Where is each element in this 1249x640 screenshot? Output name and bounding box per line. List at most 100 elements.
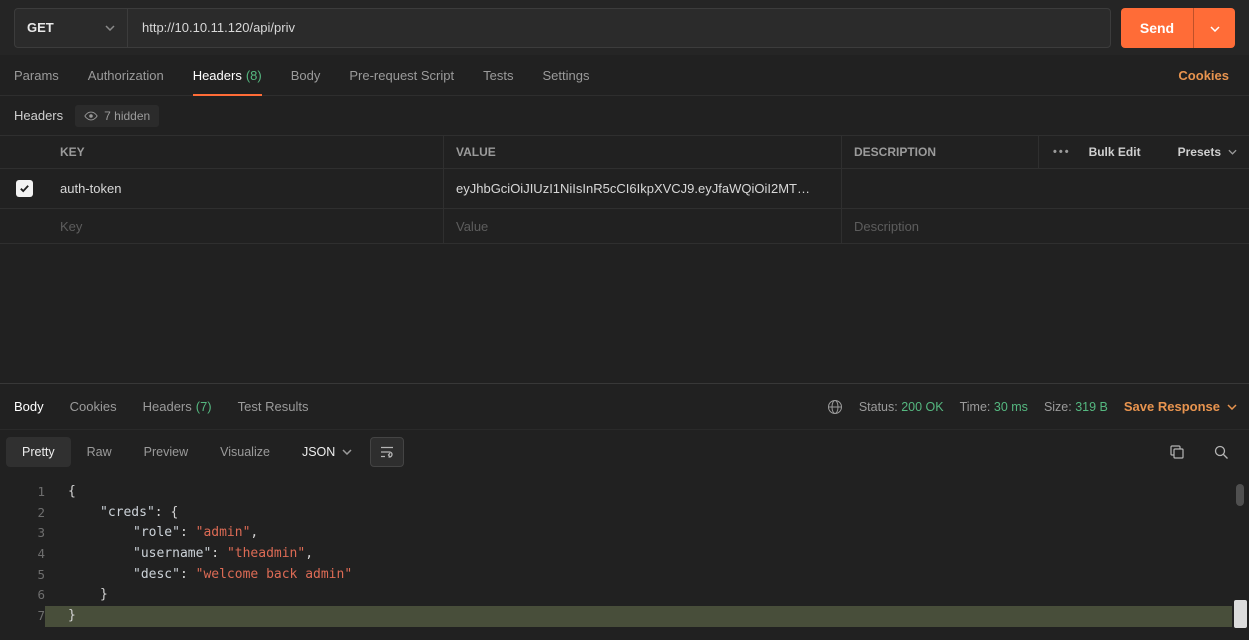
json-string: "admin"	[196, 525, 251, 540]
column-header-value: VALUE	[443, 136, 841, 168]
row-checkbox-cell	[0, 169, 48, 208]
wrap-text-button[interactable]	[370, 437, 404, 467]
tab-params[interactable]: Params	[14, 55, 59, 95]
json-punctuation: :	[211, 546, 227, 561]
json-key: "creds"	[100, 505, 155, 520]
time-value: 30 ms	[994, 400, 1028, 414]
method-label: GET	[27, 20, 54, 35]
json-key: "username"	[133, 546, 211, 561]
tab-headers-label: Headers	[193, 68, 242, 83]
tab-headers[interactable]: Headers (8)	[193, 55, 262, 95]
view-tab-preview[interactable]: Preview	[128, 437, 204, 467]
row-checkbox[interactable]	[16, 180, 33, 197]
column-header-description: DESCRIPTION	[841, 136, 1038, 168]
save-response-button[interactable]: Save Response	[1124, 399, 1237, 414]
send-button[interactable]: Send	[1121, 8, 1193, 48]
line-number: 3	[0, 523, 45, 544]
chevron-down-icon	[105, 25, 115, 31]
headers-subheader: Headers 7 hidden	[0, 96, 1249, 135]
json-punctuation: {	[68, 484, 76, 499]
row-checkbox-cell	[0, 209, 48, 243]
code-line: 7 }	[0, 606, 1249, 627]
column-header-key: KEY	[48, 136, 443, 168]
code-line: 5 "desc": "welcome back admin"	[0, 565, 1249, 586]
bulk-edit-button[interactable]: Bulk Edit	[1089, 145, 1141, 159]
size-label: Size:	[1044, 400, 1072, 414]
response-tab-body[interactable]: Body	[14, 399, 44, 414]
tab-authorization[interactable]: Authorization	[88, 55, 164, 95]
json-punctuation: }	[68, 608, 76, 623]
vertical-scrollbar-thumb[interactable]	[1236, 484, 1244, 506]
response-tabs: Body Cookies Headers (7) Test Results St…	[0, 384, 1249, 430]
view-tab-pretty[interactable]: Pretty	[6, 437, 71, 467]
chevron-down-icon	[1210, 20, 1220, 35]
json-punctuation: ,	[305, 546, 313, 561]
header-value-cell[interactable]: eyJhbGciOiJIUzI1NiIsInR5cCI6IkpXVCJ9.eyJ…	[443, 169, 841, 208]
tab-headers-count: (8)	[246, 68, 262, 83]
chevron-down-icon	[1227, 404, 1237, 410]
postman-app: GET Send Params Authorization Headers (8…	[0, 0, 1249, 640]
new-key-cell[interactable]: Key	[48, 209, 443, 243]
json-string: "welcome back admin"	[196, 567, 353, 582]
search-icon[interactable]	[1213, 444, 1229, 460]
format-label: JSON	[302, 445, 335, 459]
copy-icon[interactable]	[1169, 444, 1185, 460]
response-tab-headers-label: Headers	[143, 399, 192, 414]
cookies-link[interactable]: Cookies	[1178, 68, 1229, 83]
response-meta: Status: 200 OK Time: 30 ms Size: 319 B S…	[827, 399, 1237, 415]
send-options-button[interactable]	[1193, 8, 1235, 48]
json-key: "desc"	[133, 567, 180, 582]
eye-icon	[84, 109, 98, 123]
code-line: 3 "role": "admin",	[0, 523, 1249, 544]
scrollbar-corner-thumb[interactable]	[1234, 600, 1247, 628]
table-placeholder-row: Key Value Description	[0, 209, 1249, 244]
tab-prerequest-script[interactable]: Pre-request Script	[349, 55, 454, 95]
json-punctuation: }	[100, 587, 108, 602]
json-punctuation: ,	[250, 525, 258, 540]
new-description-cell[interactable]: Description	[841, 209, 1249, 243]
line-number: 1	[0, 482, 45, 503]
tab-settings[interactable]: Settings	[542, 55, 589, 95]
time-badge: Time: 30 ms	[960, 400, 1028, 414]
more-options-icon[interactable]: •••	[1053, 146, 1071, 158]
view-tab-visualize[interactable]: Visualize	[204, 437, 286, 467]
code-line: 6 }	[0, 585, 1249, 606]
code-line: 2 "creds": {	[0, 503, 1249, 524]
view-tab-raw[interactable]: Raw	[71, 437, 128, 467]
headers-table: KEY VALUE DESCRIPTION ••• Bulk Edit Pres…	[0, 135, 1249, 244]
header-description-cell[interactable]	[841, 169, 1249, 208]
network-globe-icon[interactable]	[827, 399, 843, 415]
presets-dropdown[interactable]: Presets	[1178, 145, 1237, 159]
status-badge: Status: 200 OK	[859, 400, 944, 414]
response-tab-test-results[interactable]: Test Results	[238, 399, 309, 414]
line-number: 4	[0, 544, 45, 565]
header-key-cell[interactable]: auth-token	[48, 169, 443, 208]
response-tab-cookies[interactable]: Cookies	[70, 399, 117, 414]
json-punctuation: :	[180, 525, 196, 540]
url-group: GET	[14, 8, 1111, 48]
tab-tests[interactable]: Tests	[483, 55, 513, 95]
send-split-button: Send	[1121, 8, 1235, 48]
response-view-bar: Pretty Raw Preview Visualize JSON	[0, 430, 1249, 474]
hidden-headers-label: 7 hidden	[104, 109, 150, 123]
tab-body[interactable]: Body	[291, 55, 321, 95]
method-select[interactable]: GET	[15, 9, 128, 47]
response-toolbar-icons	[1169, 444, 1229, 460]
json-key: "role"	[133, 525, 180, 540]
table-header-row: KEY VALUE DESCRIPTION ••• Bulk Edit Pres…	[0, 136, 1249, 169]
response-tab-headers[interactable]: Headers (7)	[143, 399, 212, 414]
line-number: 2	[0, 503, 45, 524]
response-pane: Body Cookies Headers (7) Test Results St…	[0, 383, 1249, 640]
presets-label: Presets	[1178, 145, 1221, 159]
format-select[interactable]: JSON	[302, 445, 352, 459]
chevron-down-icon	[342, 449, 352, 455]
hidden-headers-toggle[interactable]: 7 hidden	[75, 105, 159, 127]
url-input[interactable]	[128, 9, 1110, 47]
wrap-text-icon	[379, 444, 395, 460]
status-value: 200 OK	[901, 400, 943, 414]
new-value-cell[interactable]: Value	[443, 209, 841, 243]
time-label: Time:	[960, 400, 991, 414]
headers-title: Headers	[14, 108, 63, 123]
table-row: auth-token eyJhbGciOiJIUzI1NiIsInR5cCI6I…	[0, 169, 1249, 209]
select-all-cell	[0, 136, 48, 168]
